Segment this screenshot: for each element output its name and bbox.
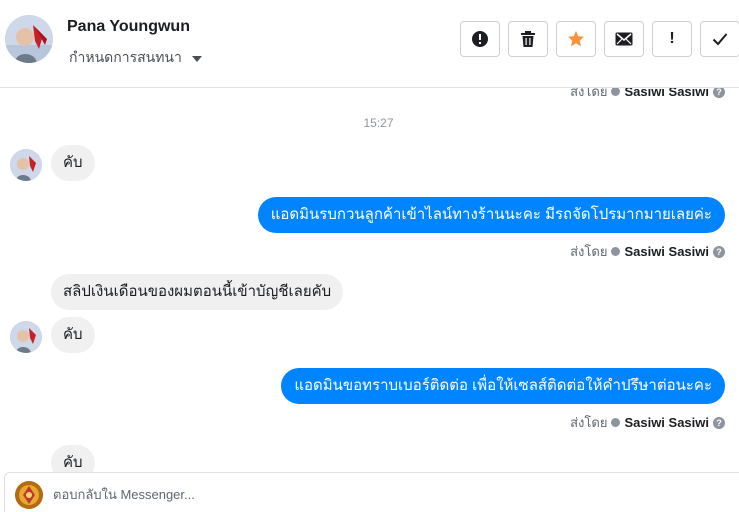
help-icon[interactable]: ? [713,88,725,98]
contact-avatar[interactable] [5,15,53,63]
assign-conversation-dropdown[interactable]: กำหนดการสนทนา [69,47,202,69]
assign-conversation-label: กำหนดการสนทนา [69,49,182,65]
incoming-message[interactable]: คับ [51,445,95,472]
exclamation-icon: ! [669,30,675,47]
mark-unread-button[interactable] [604,21,644,57]
verified-badge-icon [611,418,621,427]
trash-icon [521,31,535,47]
verified-badge-icon [611,88,621,96]
contact-avatar-small [10,149,42,181]
incoming-message[interactable]: สลิปเงินเดือนของผมตอนนี้เข้าบัญชีเลยคับ [51,274,344,310]
envelope-icon [615,32,633,46]
incoming-message[interactable]: คับ [51,317,95,353]
delete-button[interactable] [508,21,548,57]
sent-by-line: ส่งโดย Sasiwi Sasiwi ? [570,412,725,433]
star-button[interactable] [556,21,596,57]
report-button[interactable] [460,21,500,57]
important-button[interactable]: ! [652,21,692,57]
sent-by-line: ส่งโดย Sasiwi Sasiwi ? [570,88,725,102]
message-thread[interactable]: ส่งโดย Sasiwi Sasiwi ? 15:27 คับ แอดมินร… [0,88,739,472]
sent-by-line: ส่งโดย Sasiwi Sasiwi ? [570,241,725,262]
message-timestamp: 15:27 [363,116,394,130]
outgoing-message[interactable]: แอดมินรบกวนลูกค้าเข้าไลน์ทางร้านนะคะ มีร… [257,197,725,233]
conversation-header: Pana Youngwun กำหนดการสนทนา ! [0,0,739,88]
help-icon[interactable]: ? [713,416,725,429]
alert-circle-icon [472,31,488,47]
star-icon [568,31,584,47]
page-avatar [15,481,43,509]
verified-badge-icon [611,247,621,256]
outgoing-message[interactable]: แอดมินขอทราบเบอร์ติดต่อ เพื่อให้เซลส์ติด… [281,368,725,404]
reply-input[interactable] [53,483,713,505]
incoming-message[interactable]: คับ [51,145,95,181]
header-actions: ! [460,21,739,57]
help-icon[interactable]: ? [713,245,725,258]
contact-avatar-small [10,321,42,353]
reply-bar [4,472,739,512]
contact-name: Pana Youngwun [67,18,190,35]
done-button[interactable] [700,21,739,57]
chevron-down-icon [191,56,202,62]
check-icon [712,33,728,46]
